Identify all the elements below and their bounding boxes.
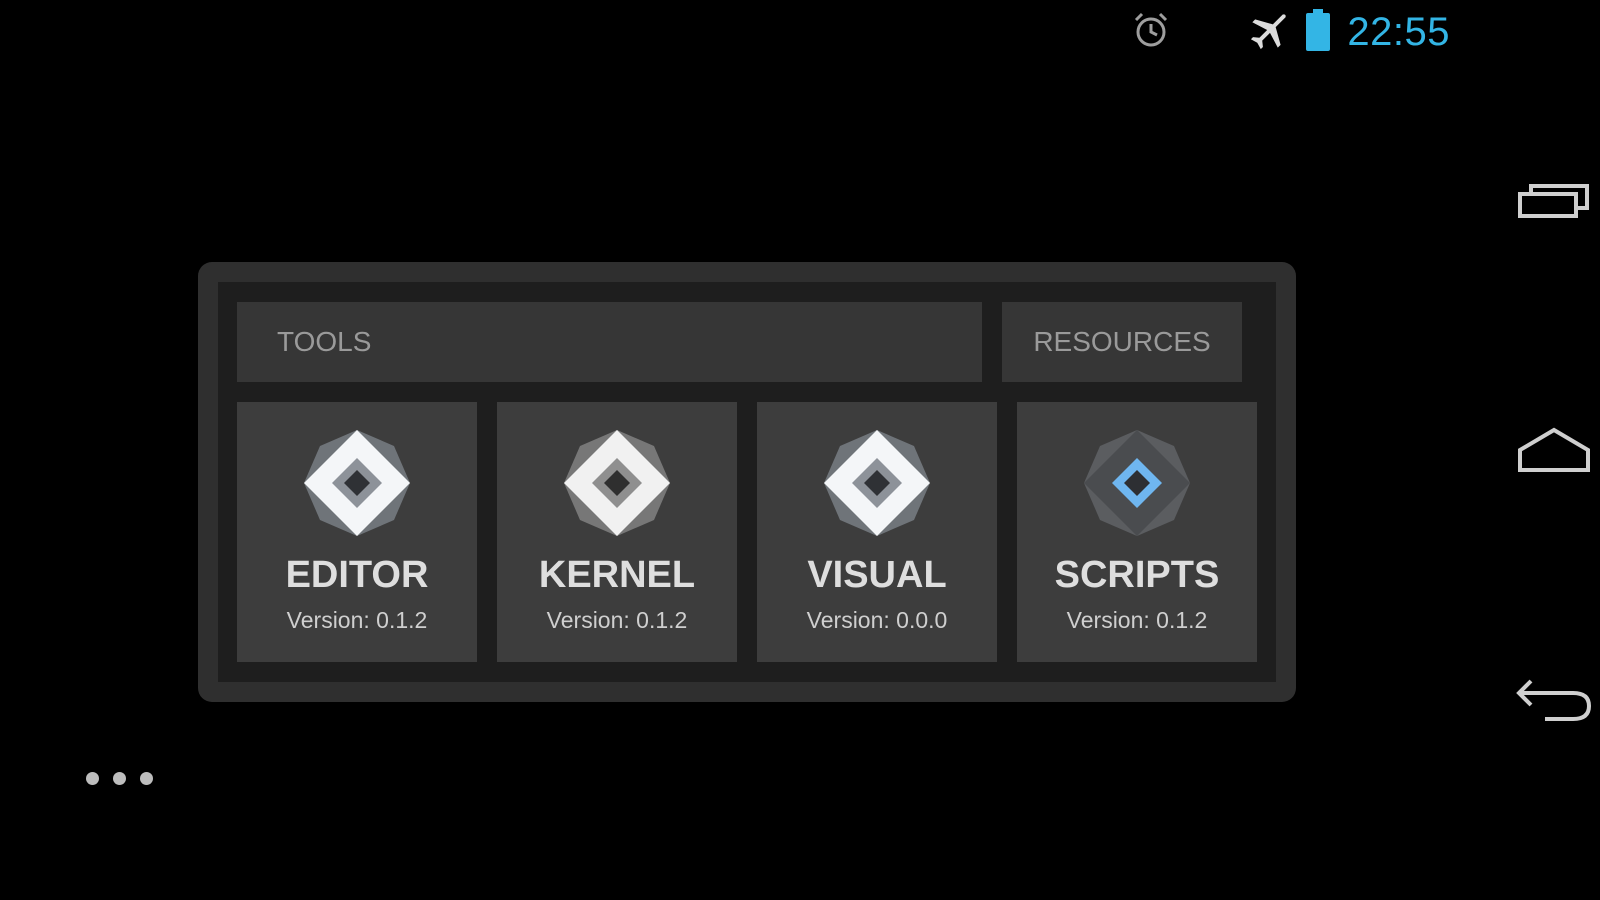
- home-button[interactable]: [1514, 420, 1594, 480]
- dot-icon: [86, 772, 99, 785]
- tile-title: SCRIPTS: [1054, 554, 1220, 596]
- tile-kernel[interactable]: KERNEL Version: 0.1.2: [497, 402, 737, 662]
- battery-icon: [1303, 8, 1333, 57]
- tools-widget: TOOLS RESOURCES EDITOR Version: 0.1.2 KE…: [198, 262, 1296, 702]
- back-icon: [1516, 679, 1592, 721]
- resources-header[interactable]: RESOURCES: [1002, 302, 1242, 382]
- tile-version: Version: 0.0.0: [806, 607, 948, 633]
- home-screen: 22:55 TOOLS RESOURCES EDITOR Version: 0.…: [0, 0, 1600, 900]
- tile-title: VISUAL: [807, 554, 947, 596]
- resources-label: RESOURCES: [1033, 326, 1211, 357]
- recent-apps-button[interactable]: [1514, 170, 1594, 230]
- airplane-mode-icon: [1247, 7, 1293, 58]
- dot-icon: [140, 772, 153, 785]
- tile-version: Version: 0.1.2: [286, 607, 428, 633]
- tile-visual[interactable]: VISUAL Version: 0.0.0: [757, 402, 997, 662]
- tile-scripts[interactable]: SCRIPTS Version: 0.1.2: [1017, 402, 1257, 662]
- tile-title: EDITOR: [285, 554, 429, 596]
- alarm-icon: [1131, 10, 1171, 55]
- back-button[interactable]: [1514, 670, 1594, 730]
- diamond-logo-icon: [304, 430, 410, 536]
- diamond-logo-icon: [564, 430, 670, 536]
- tools-label: TOOLS: [277, 326, 372, 357]
- tools-header: TOOLS: [237, 302, 982, 382]
- clock: 22:55: [1347, 9, 1450, 54]
- diamond-logo-blue-icon: [1084, 430, 1190, 536]
- tile-editor[interactable]: EDITOR Version: 0.1.2: [237, 402, 477, 662]
- tile-version: Version: 0.1.2: [1066, 607, 1208, 633]
- status-bar: 22:55: [1131, 0, 1450, 64]
- recent-apps-icon: [1518, 184, 1589, 218]
- navigation-bar: [1500, 0, 1600, 900]
- home-icon: [1518, 427, 1590, 472]
- overflow-menu-button[interactable]: [86, 772, 153, 785]
- dot-icon: [113, 772, 126, 785]
- tile-version: Version: 0.1.2: [546, 607, 688, 633]
- widget-body: TOOLS RESOURCES EDITOR Version: 0.1.2 KE…: [218, 282, 1276, 682]
- tile-title: KERNEL: [538, 554, 696, 596]
- diamond-logo-icon: [824, 430, 930, 536]
